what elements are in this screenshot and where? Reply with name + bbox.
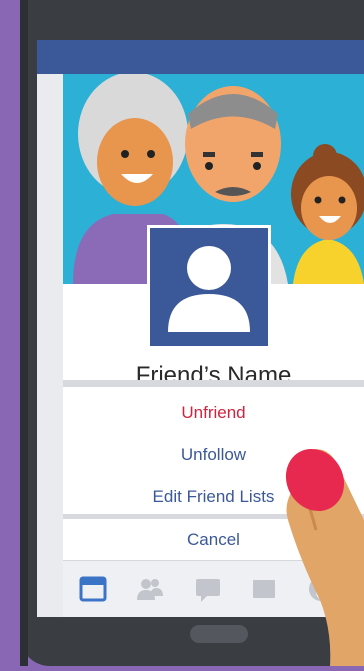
- messages-icon[interactable]: [193, 574, 223, 604]
- profile-picture-placeholder: [147, 225, 271, 349]
- friends-icon[interactable]: [135, 574, 165, 604]
- hand-illustration: [270, 440, 364, 666]
- news-feed-icon[interactable]: [78, 574, 108, 604]
- phone-edge: [20, 0, 28, 666]
- app-top-bar: [37, 40, 364, 74]
- phone-home-button: [190, 625, 248, 643]
- unfriend-button[interactable]: Unfriend: [63, 403, 364, 423]
